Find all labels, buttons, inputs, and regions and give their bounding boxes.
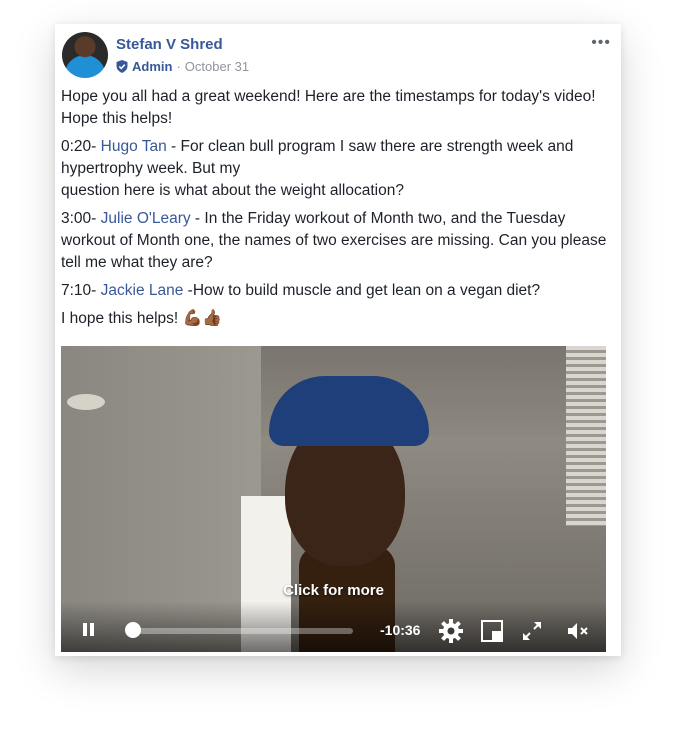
author-avatar[interactable]: [62, 32, 108, 78]
timestamp-entry: 3:00- Julie O'Leary - In the Friday work…: [61, 208, 609, 274]
progress-track[interactable]: [129, 628, 353, 634]
user-link[interactable]: Hugo Tan: [101, 138, 167, 155]
user-link[interactable]: Jackie Lane: [101, 282, 184, 299]
ceiling-lamp: [67, 394, 105, 410]
post-card: Stefan V Shred Admin · October 31 ••• Ho…: [55, 24, 621, 656]
timestamp-text-continued: question here is what about the weight a…: [61, 182, 404, 199]
person-cap: [269, 376, 429, 446]
video-controls: -10:36: [61, 601, 606, 652]
muscle-thumbs-emoji: 💪🏾👍🏾: [182, 310, 223, 327]
time-remaining: -10:36: [380, 622, 421, 638]
expand-icon[interactable]: [521, 620, 543, 642]
meta-separator: ·: [176, 59, 181, 74]
timestamp-entry: 0:20- Hugo Tan - For clean bull program …: [61, 136, 609, 202]
outro-text: I hope this helps!: [61, 310, 183, 327]
timestamp-text: -How to build muscle and get lean on a v…: [183, 282, 541, 299]
video-player[interactable]: Click for more -10:36: [61, 346, 606, 652]
user-link[interactable]: Julie O'Leary: [101, 210, 191, 227]
timestamp: 3:00-: [61, 210, 101, 227]
author-name[interactable]: Stefan V Shred: [116, 36, 223, 53]
more-options-icon[interactable]: •••: [591, 34, 611, 52]
window-blinds: [566, 346, 606, 526]
picture-in-picture-icon[interactable]: [481, 620, 503, 642]
click-for-more-label[interactable]: Click for more: [61, 582, 606, 599]
admin-badge[interactable]: Admin: [132, 59, 172, 74]
timestamp: 7:10-: [61, 282, 101, 299]
pause-icon[interactable]: [83, 623, 95, 636]
post-body: Hope you all had a great weekend! Here a…: [61, 86, 609, 336]
post-meta: Admin · October 31: [116, 59, 249, 74]
post-date[interactable]: October 31: [185, 59, 249, 74]
progress-knob[interactable]: [125, 622, 142, 638]
timestamp: 0:20-: [61, 138, 101, 155]
post-intro: Hope you all had a great weekend! Here a…: [61, 88, 596, 127]
admin-shield-icon: [116, 60, 128, 73]
timestamp-entry: 7:10- Jackie Lane -How to build muscle a…: [61, 280, 609, 302]
gear-icon[interactable]: [438, 618, 464, 644]
post-outro: I hope this helps! 💪🏾👍🏾: [61, 308, 609, 330]
muted-speaker-icon[interactable]: [566, 620, 590, 642]
